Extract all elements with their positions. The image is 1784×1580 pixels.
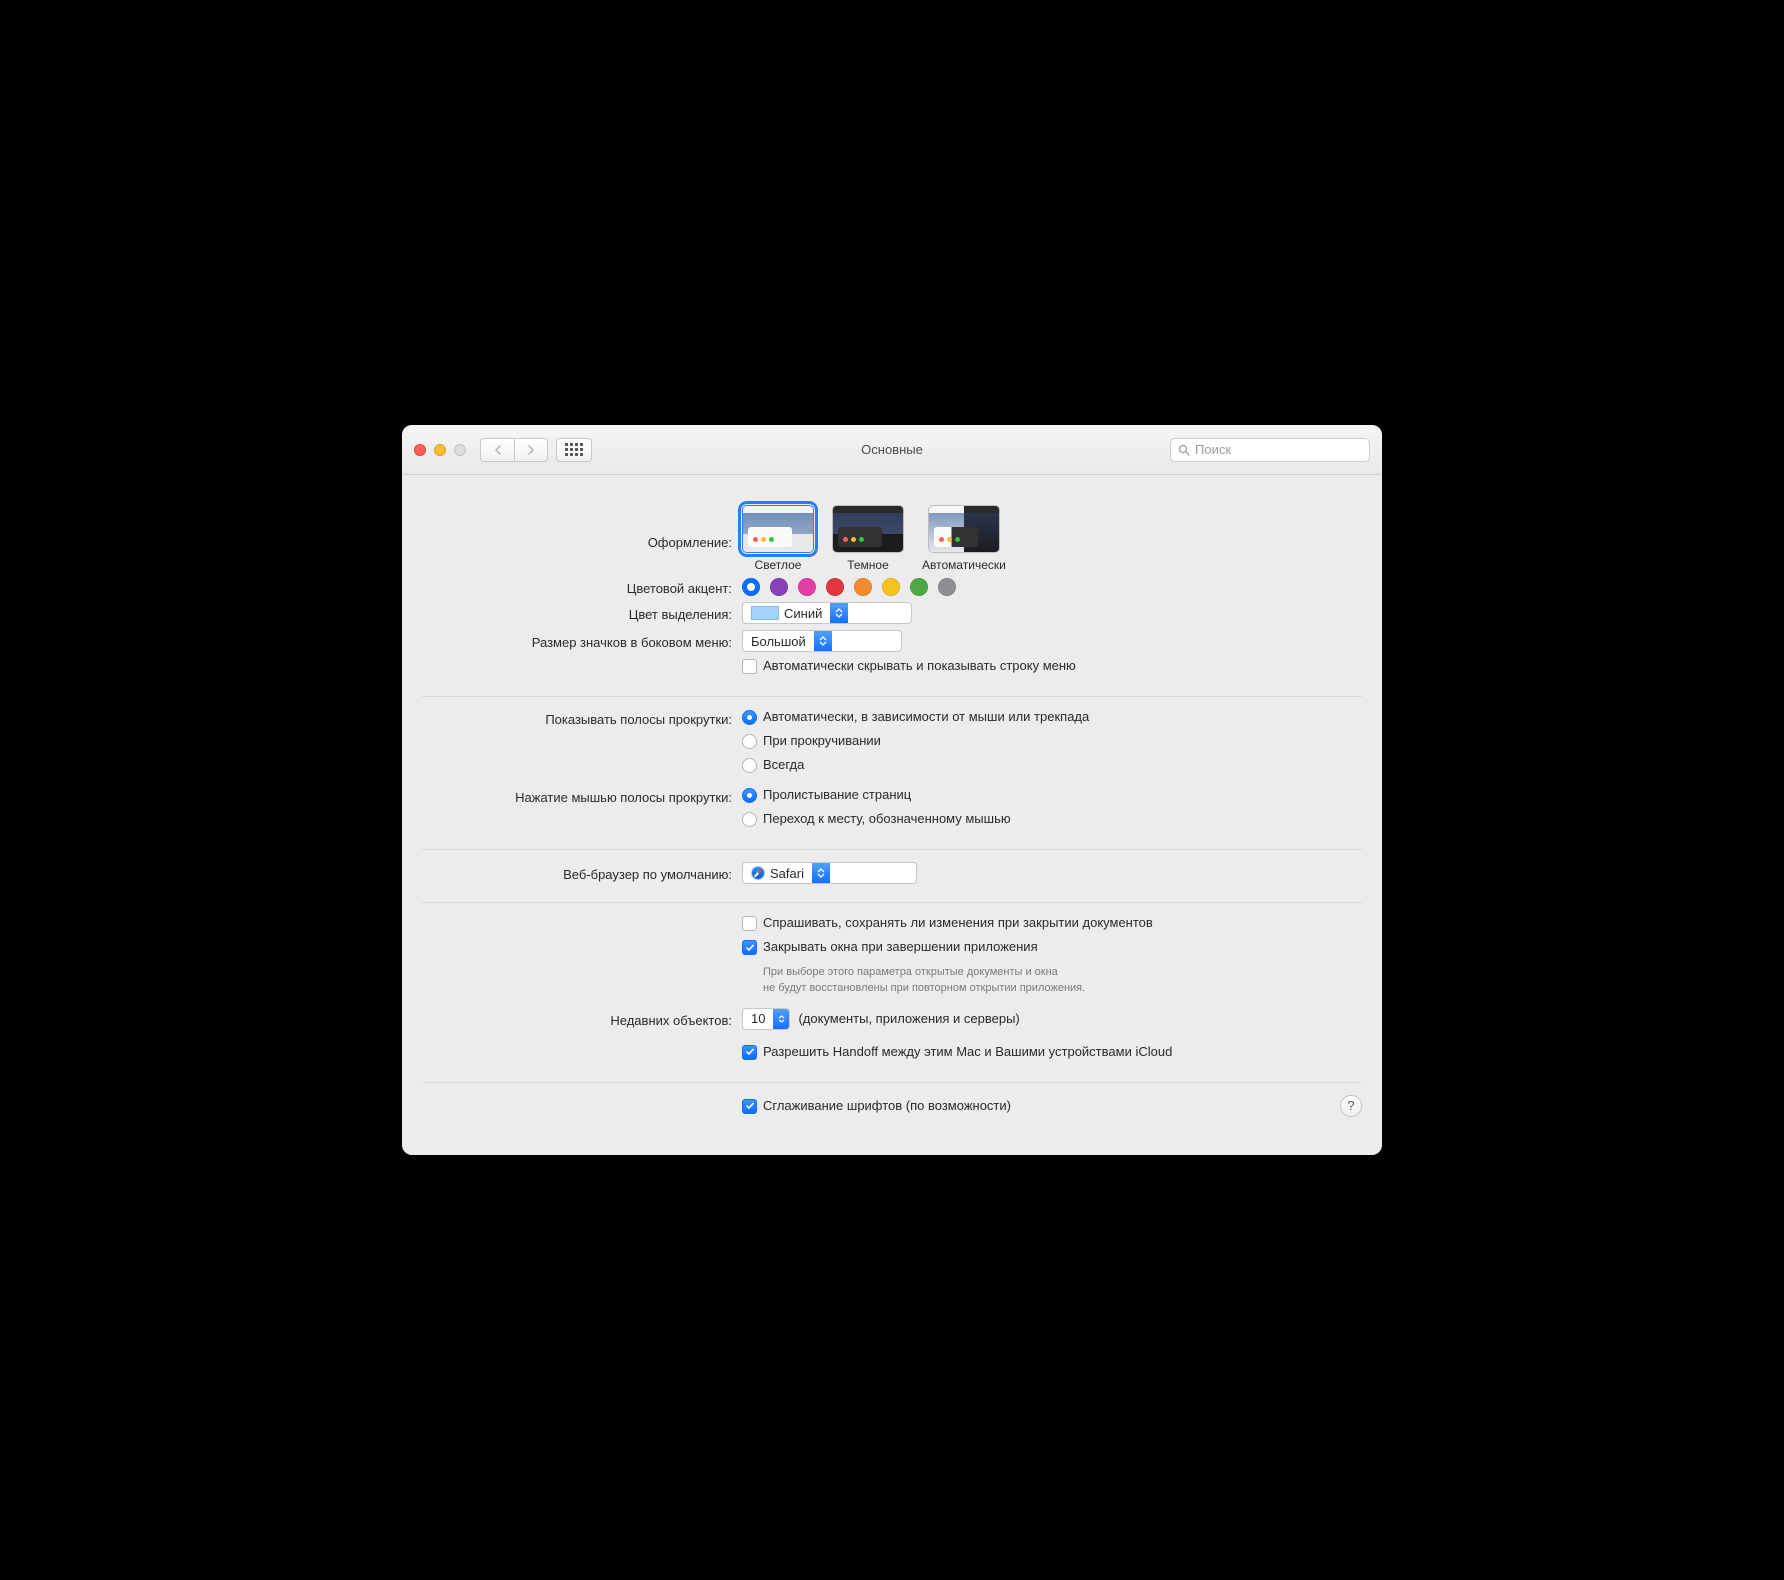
accent-color-4[interactable] — [854, 578, 872, 596]
appearance-option-label: Автоматически — [922, 558, 1006, 572]
appearance-thumbs: Светлое Темное — [742, 505, 1006, 572]
recent-items-stepper[interactable]: 10 — [742, 1008, 790, 1030]
titlebar: Основные — [402, 425, 1382, 475]
scroll-click-radio-1[interactable] — [742, 812, 757, 827]
accent-colors — [742, 578, 956, 596]
font-smoothing-checkbox[interactable] — [742, 1099, 757, 1114]
accent-color-5[interactable] — [882, 578, 900, 596]
scroll-click-label: Нажатие мышью полосы прокрутки: — [422, 787, 742, 805]
accent-color-7[interactable] — [938, 578, 956, 596]
appearance-option-label: Темное — [847, 558, 889, 572]
chevron-updown-icon — [812, 863, 830, 883]
scroll-click-option-label: Переход к месту, обозначенному мышью — [763, 811, 1011, 826]
browser-label: Веб-браузер по умолчанию: — [422, 864, 742, 882]
scrollbars-option-label: Автоматически, в зависимости от мыши или… — [763, 709, 1089, 724]
menubar-autohide-checkbox[interactable] — [742, 659, 757, 674]
nav-buttons — [480, 438, 548, 462]
menubar-autohide-label: Автоматически скрывать и показывать стро… — [763, 658, 1076, 673]
chevron-updown-icon — [814, 631, 832, 651]
chevron-left-icon — [494, 445, 502, 455]
color-swatch-icon — [751, 606, 779, 620]
show-all-button[interactable] — [556, 438, 592, 462]
search-icon — [1178, 444, 1190, 456]
close-windows-label: Закрывать окна при завершении приложения — [763, 939, 1038, 954]
browser-popup[interactable]: Safari — [742, 862, 917, 884]
preferences-window: Основные Оформление: — [402, 425, 1382, 1155]
search-field[interactable] — [1170, 438, 1370, 462]
nav-forward-button[interactable] — [514, 438, 548, 462]
grid-icon — [565, 443, 583, 456]
accent-color-1[interactable] — [770, 578, 788, 596]
handoff-checkbox[interactable] — [742, 1045, 757, 1060]
help-button[interactable]: ? — [1340, 1095, 1362, 1117]
section-scrollbars: Показывать полосы прокрутки: Автоматичес… — [422, 696, 1362, 849]
sidebar-icon-value: Большой — [743, 634, 814, 649]
safari-icon — [751, 866, 765, 880]
appearance-option-label: Светлое — [755, 558, 802, 572]
ask-save-label: Спрашивать, сохранять ли изменения при з… — [763, 915, 1153, 930]
sidebar-icon-popup[interactable]: Большой — [742, 630, 902, 652]
ask-save-checkbox[interactable] — [742, 916, 757, 931]
scroll-click-radio-0[interactable] — [742, 788, 757, 803]
zoom-window-button — [454, 444, 466, 456]
scrollbars-radio-1[interactable] — [742, 734, 757, 749]
section-browser: Веб-браузер по умолчанию: Safari — [422, 849, 1362, 902]
highlight-popup[interactable]: Синий — [742, 602, 912, 624]
accent-color-6[interactable] — [910, 578, 928, 596]
appearance-option-dark[interactable]: Темное — [832, 505, 904, 572]
section-appearance: Оформление: Светлое — [422, 493, 1362, 696]
handoff-label: Разрешить Handoff между этим Mac и Вашим… — [763, 1044, 1172, 1059]
scrollbars-radio-2[interactable] — [742, 758, 757, 773]
close-windows-checkbox[interactable] — [742, 940, 757, 955]
accent-color-0[interactable] — [742, 578, 760, 596]
window-controls — [414, 444, 466, 456]
accent-color-2[interactable] — [798, 578, 816, 596]
nav-back-button[interactable] — [480, 438, 514, 462]
scrollbars-label: Показывать полосы прокрутки: — [422, 709, 742, 727]
highlight-label: Цвет выделения: — [422, 604, 742, 622]
content: Оформление: Светлое — [402, 475, 1382, 1155]
search-input[interactable] — [1195, 442, 1362, 457]
close-window-button[interactable] — [414, 444, 426, 456]
scrollbars-option-label: Всегда — [763, 757, 804, 772]
highlight-value: Синий — [784, 606, 822, 621]
recent-suffix: (документы, приложения и серверы) — [798, 1011, 1019, 1026]
accent-label: Цветовой акцент: — [422, 578, 742, 596]
chevron-right-icon — [527, 445, 535, 455]
recent-value: 10 — [743, 1011, 773, 1026]
section-documents: Спрашивать, сохранять ли изменения при з… — [422, 902, 1362, 1082]
close-windows-hint: При выборе этого параметра открытые доку… — [763, 965, 1362, 996]
scrollbars-radio-0[interactable] — [742, 710, 757, 725]
section-font-smoothing: Сглаживание шрифтов (по возможности) ? — [422, 1082, 1362, 1135]
appearance-label: Оформление: — [422, 505, 742, 550]
scrollbars-option-label: При прокручивании — [763, 733, 881, 748]
appearance-option-auto[interactable]: Автоматически — [922, 505, 1006, 572]
chevron-updown-icon — [830, 603, 848, 623]
recent-label: Недавних объектов: — [422, 1010, 742, 1028]
scroll-click-option-label: Пролистывание страниц — [763, 787, 911, 802]
chevron-updown-icon — [773, 1009, 789, 1029]
accent-color-3[interactable] — [826, 578, 844, 596]
browser-value: Safari — [770, 866, 804, 881]
appearance-option-light[interactable]: Светлое — [742, 505, 814, 572]
font-smoothing-label: Сглаживание шрифтов (по возможности) — [763, 1098, 1011, 1113]
sidebar-icon-label: Размер значков в боковом меню: — [422, 632, 742, 650]
minimize-window-button[interactable] — [434, 444, 446, 456]
